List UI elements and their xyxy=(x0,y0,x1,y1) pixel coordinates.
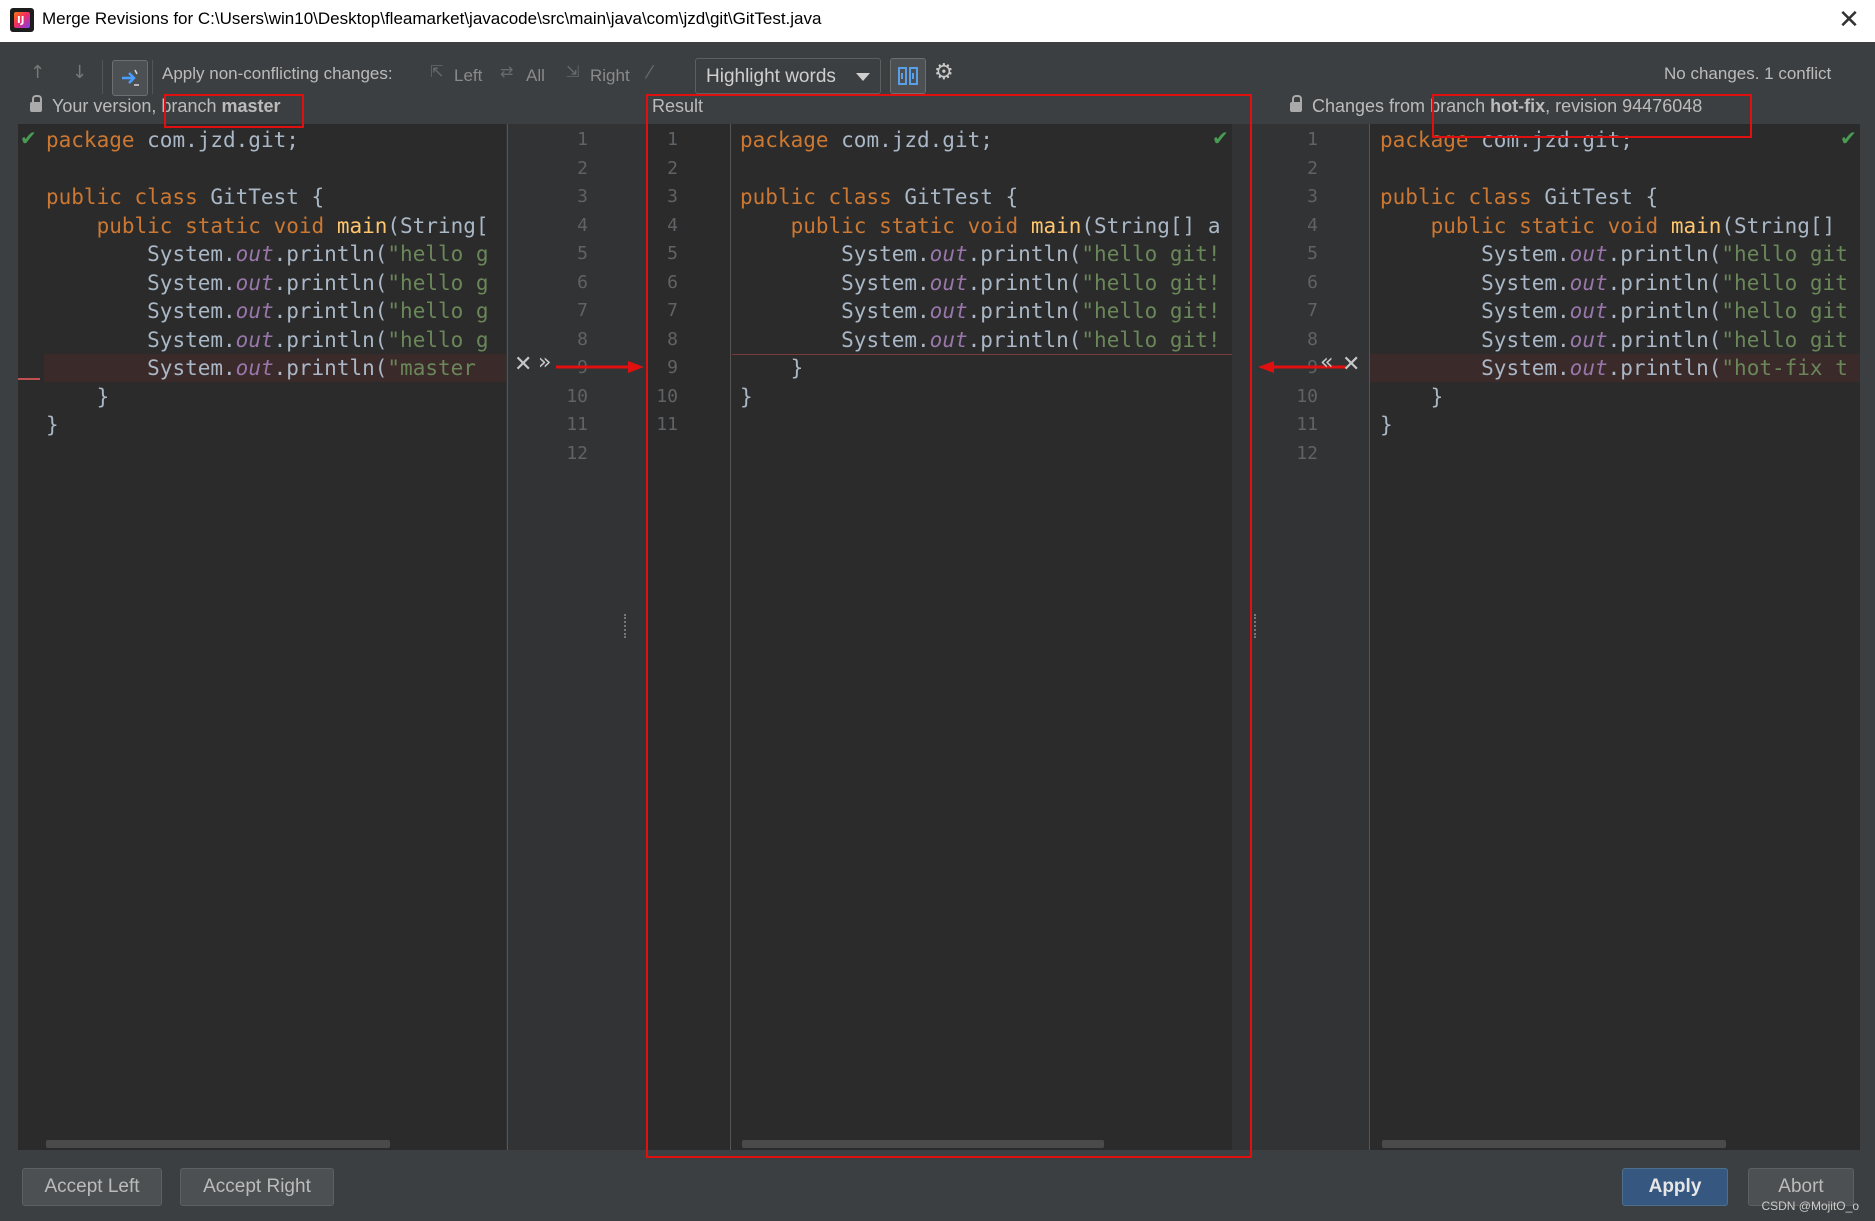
synchronize-scrolling-icon[interactable] xyxy=(890,58,926,94)
merge-status: No changes. 1 conflict xyxy=(1664,64,1832,83)
reject-left-change-icon[interactable]: ✕ xyxy=(514,352,532,377)
apply-button[interactable]: Apply xyxy=(1622,1168,1728,1206)
apply-left-icon[interactable]: ⇱ xyxy=(430,62,443,81)
lock-icon xyxy=(30,95,42,112)
window-title: Merge Revisions for C:\Users\win10\Deskt… xyxy=(42,9,822,28)
highlight-mode-select[interactable]: Highlight words xyxy=(695,58,881,94)
apply-non-conflicting-label: Apply non-conflicting changes: xyxy=(162,64,393,83)
apply-all-icon[interactable]: ⇄ xyxy=(500,62,513,81)
right-code: package com.jzd.git; public class GitTes… xyxy=(1380,128,1848,437)
apply-right-icon[interactable]: ⇲ xyxy=(566,62,579,81)
right-gutter: 123456789101112 « ✕ xyxy=(1232,124,1370,1150)
reject-right-change-icon[interactable]: ✕ xyxy=(1342,352,1360,377)
left-header-prefix: Your version, xyxy=(52,96,157,116)
annotation-box-right-branch xyxy=(1432,94,1752,138)
left-editor[interactable]: ✔ package com.jzd.git; public class GitT… xyxy=(18,124,506,1150)
right-horizontal-scrollbar[interactable] xyxy=(1382,1140,1726,1148)
highlight-mode-value: Highlight words xyxy=(706,66,836,87)
annotation-box-result xyxy=(646,94,1252,1158)
right-header-prefix: Changes from xyxy=(1312,96,1426,116)
intellij-app-icon: IJ xyxy=(10,8,34,32)
right-line-numbers: 123456789101112 xyxy=(1296,129,1318,464)
lock-icon xyxy=(1290,95,1302,112)
close-icon[interactable]: ✕ xyxy=(1833,4,1865,36)
apply-right-button[interactable]: Right xyxy=(590,66,630,86)
resolve-magic-icon[interactable] xyxy=(112,60,148,96)
chevron-down-icon xyxy=(856,73,870,81)
previous-difference-icon[interactable]: ↑ xyxy=(30,62,45,83)
conflict-marker xyxy=(18,378,40,380)
left-code: package com.jzd.git; public class GitTes… xyxy=(46,128,489,437)
accept-left-change-icon[interactable]: » xyxy=(538,350,551,375)
no-problems-check-icon: ✔ xyxy=(20,126,37,150)
divider xyxy=(507,124,508,1150)
left-horizontal-scrollbar[interactable] xyxy=(46,1140,390,1148)
magic-resolve-icon[interactable]: ⁄ xyxy=(648,62,651,83)
red-arrow-right-icon xyxy=(556,361,644,373)
accept-right-button[interactable]: Accept Right xyxy=(180,1168,334,1206)
toolbar: ↑ ↓ Apply non-conflicting changes: ⇱ Lef… xyxy=(0,42,1875,102)
accept-right-change-icon[interactable]: « xyxy=(1320,350,1333,375)
watermark: CSDN @MojitO_o xyxy=(1761,1199,1859,1213)
right-editor[interactable]: ✔ package com.jzd.git; public class GitT… xyxy=(1370,124,1860,1150)
toolbar-separator xyxy=(152,60,153,94)
next-difference-icon[interactable]: ↓ xyxy=(72,62,87,83)
left-line-numbers: 123456789101112 xyxy=(566,129,588,464)
apply-all-button[interactable]: All xyxy=(526,66,545,86)
gear-icon[interactable]: ⚙ xyxy=(934,60,954,85)
apply-left-button[interactable]: Left xyxy=(454,66,482,86)
toolbar-separator xyxy=(102,60,103,94)
title-bar: IJ Merge Revisions for C:\Users\win10\De… xyxy=(0,0,1875,42)
annotation-box-left-branch xyxy=(164,94,304,128)
splitter-handle[interactable] xyxy=(624,614,629,638)
splitter-handle[interactable] xyxy=(1254,614,1259,638)
accept-left-button[interactable]: Accept Left xyxy=(22,1168,162,1206)
